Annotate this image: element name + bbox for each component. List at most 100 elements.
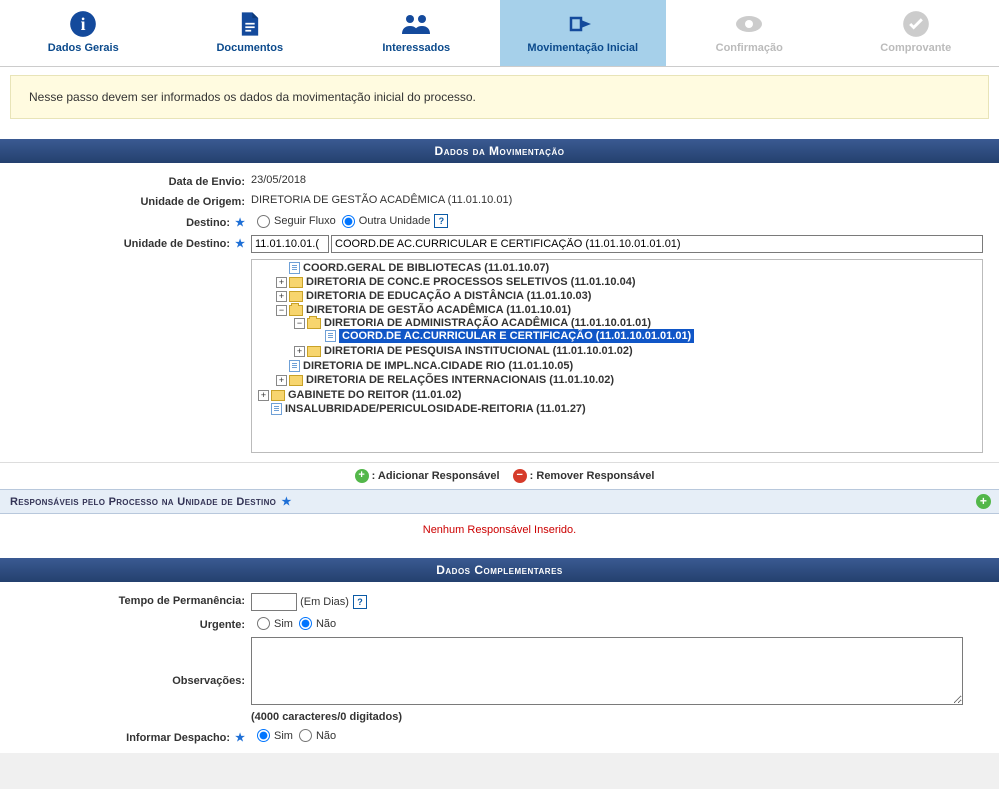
responsaveis-header: Responsáveis pelo Processo na Unidade de… xyxy=(0,489,999,514)
add-icon: + xyxy=(355,469,369,483)
data-envio-value: 23/05/2018 xyxy=(251,174,983,186)
tempo-label: Tempo de Permanência: xyxy=(16,593,251,607)
tree-expand-icon[interactable]: + xyxy=(258,390,269,401)
svg-text:i: i xyxy=(81,14,86,34)
add-responsavel-button[interactable]: + xyxy=(976,494,991,509)
legend-remove: : Remover Responsável xyxy=(530,470,655,482)
info-message: Nesse passo devem ser informados os dado… xyxy=(10,75,989,119)
document-icon xyxy=(236,10,264,38)
folder-open-icon xyxy=(289,305,303,316)
folder-open-icon xyxy=(307,318,321,329)
unidade-destino-label: Unidade de Destino: xyxy=(124,238,230,250)
info-icon: i xyxy=(69,10,97,38)
radio-label: Não xyxy=(316,730,336,742)
destino-opt-label: Outra Unidade xyxy=(359,215,431,227)
tree-spacer xyxy=(276,263,287,274)
tree-expand-icon[interactable]: + xyxy=(276,291,287,302)
urgente-radio-sim[interactable] xyxy=(257,617,270,630)
doc-icon xyxy=(271,403,282,415)
section-header-movimentacao: Dados da Movimentação xyxy=(0,139,999,163)
folder-icon xyxy=(289,277,303,288)
unit-tree[interactable]: COORD.GERAL DE BIBLIOTECAS (11.01.10.07)… xyxy=(251,259,983,453)
doc-icon xyxy=(289,360,300,372)
char-count: (4000 caracteres/0 digitados) xyxy=(251,711,983,723)
step-label: Movimentação Inicial xyxy=(527,42,638,54)
urgente-radio-nao[interactable] xyxy=(299,617,312,630)
folder-icon xyxy=(289,375,303,386)
doc-icon xyxy=(289,262,300,274)
legend-bar: +: Adicionar Responsável −: Remover Resp… xyxy=(0,462,999,489)
wizard-steps: i Dados Gerais Documentos Interessados M… xyxy=(0,0,999,67)
forward-icon xyxy=(567,10,599,38)
required-star: ★ xyxy=(282,496,292,508)
radio-label: Sim xyxy=(274,730,293,742)
step-label: Comprovante xyxy=(880,42,951,54)
responsaveis-header-text: Responsáveis pelo Processo na Unidade de… xyxy=(10,496,276,508)
unidade-destino-name-input[interactable] xyxy=(331,235,983,253)
remove-icon: − xyxy=(513,469,527,483)
unidade-origem-value: DIRETORIA DE GESTÃO ACADÊMICA (11.01.10.… xyxy=(251,194,983,206)
responsaveis-empty-msg: Nenhum Responsável Inserido. xyxy=(0,514,999,548)
required-star: ★ xyxy=(235,217,245,229)
folder-icon xyxy=(307,346,321,357)
tree-item[interactable]: DIRETORIA DE GESTÃO ACADÊMICA (11.01.10.… xyxy=(306,304,571,316)
help-icon[interactable]: ? xyxy=(434,214,448,228)
tree-spacer xyxy=(258,404,269,415)
destino-opt-label: Seguir Fluxo xyxy=(274,215,336,227)
tree-item[interactable]: GABINETE DO REITOR (11.01.02) xyxy=(288,389,461,401)
tree-expand-icon[interactable]: + xyxy=(276,277,287,288)
radio-label: Não xyxy=(316,618,336,630)
check-icon xyxy=(902,10,930,38)
tree-spacer xyxy=(276,361,287,372)
destino-label: Destino: xyxy=(186,217,230,229)
folder-icon xyxy=(289,291,303,302)
tree-item[interactable]: DIRETORIA DE ADMINISTRAÇÃO ACADÊMICA (11… xyxy=(324,317,651,329)
despacho-label: Informar Despacho: xyxy=(126,732,230,744)
urgente-label: Urgente: xyxy=(16,617,251,631)
tree-item-selected[interactable]: COORD.DE AC.CURRICULAR E CERTIFICAÇÃO (1… xyxy=(339,329,694,343)
tree-spacer xyxy=(312,331,323,342)
step-label: Dados Gerais xyxy=(48,42,119,54)
step-label: Documentos xyxy=(216,42,283,54)
tree-item[interactable]: INSALUBRIDADE/PERICULOSIDADE-REITORIA (1… xyxy=(285,403,586,415)
eye-icon xyxy=(734,10,764,38)
step-comprovante: Comprovante xyxy=(833,0,999,66)
observacoes-textarea[interactable] xyxy=(251,637,963,705)
despacho-radio-nao[interactable] xyxy=(299,729,312,742)
tempo-unit: (Em Dias) xyxy=(300,596,349,608)
tree-collapse-icon[interactable]: − xyxy=(294,318,305,329)
tree-item[interactable]: DIRETORIA DE IMPL.NCA.CIDADE RIO (11.01.… xyxy=(303,360,573,372)
step-movimentacao[interactable]: Movimentação Inicial xyxy=(500,0,667,66)
tree-collapse-icon[interactable]: − xyxy=(276,305,287,316)
people-icon xyxy=(400,10,432,38)
unidade-destino-code-input[interactable] xyxy=(251,235,329,253)
required-star: ★ xyxy=(235,238,245,250)
required-star: ★ xyxy=(235,732,245,744)
legend-add: : Adicionar Responsável xyxy=(372,470,500,482)
tree-item[interactable]: DIRETORIA DE CONC.E PROCESSOS SELETIVOS … xyxy=(306,276,635,288)
tree-expand-icon[interactable]: + xyxy=(276,375,287,386)
section-header-complementares: Dados Complementares xyxy=(0,558,999,582)
despacho-radio-sim[interactable] xyxy=(257,729,270,742)
step-interessados[interactable]: Interessados xyxy=(333,0,500,66)
destino-radio-outra[interactable] xyxy=(342,215,355,228)
unidade-origem-label: Unidade de Origem: xyxy=(16,194,251,208)
destino-radio-fluxo[interactable] xyxy=(257,215,270,228)
tree-item[interactable]: DIRETORIA DE EDUCAÇÃO A DISTÂNCIA (11.01… xyxy=(306,290,591,302)
tempo-input[interactable] xyxy=(251,593,297,611)
doc-icon xyxy=(325,330,336,342)
folder-icon xyxy=(271,390,285,401)
step-documentos[interactable]: Documentos xyxy=(167,0,334,66)
tree-expand-icon[interactable]: + xyxy=(294,346,305,357)
tree-item[interactable]: DIRETORIA DE RELAÇÕES INTERNACIONAIS (11… xyxy=(306,374,614,386)
tree-item[interactable]: DIRETORIA DE PESQUISA INSTITUCIONAL (11.… xyxy=(324,345,633,357)
step-confirmacao: Confirmação xyxy=(666,0,833,66)
step-label: Confirmação xyxy=(716,42,783,54)
help-icon[interactable]: ? xyxy=(353,595,367,609)
data-envio-label: Data de Envio: xyxy=(16,174,251,188)
radio-label: Sim xyxy=(274,618,293,630)
tree-item[interactable]: COORD.GERAL DE BIBLIOTECAS (11.01.10.07) xyxy=(303,262,549,274)
step-label: Interessados xyxy=(382,42,450,54)
obs-label: Observações: xyxy=(16,673,251,687)
step-dados-gerais[interactable]: i Dados Gerais xyxy=(0,0,167,66)
